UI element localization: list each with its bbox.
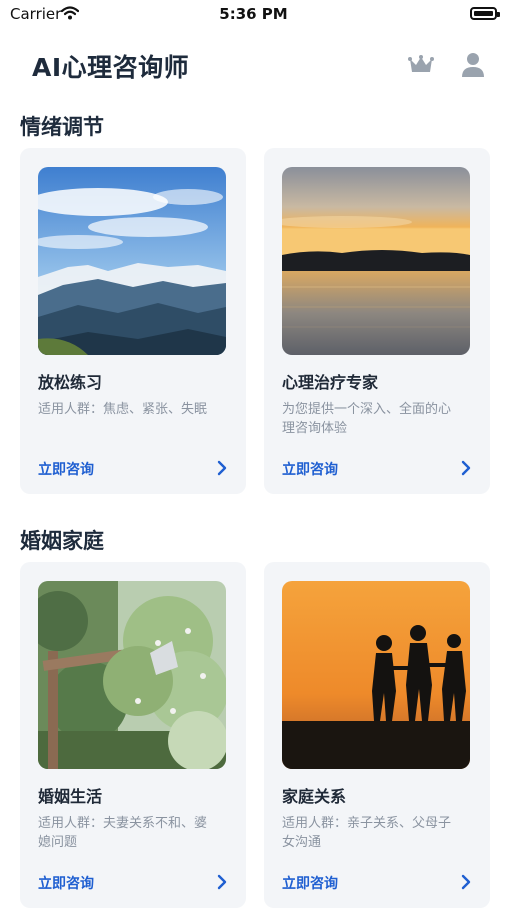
user-icon	[462, 53, 484, 77]
app-title: AI心理咨询师	[32, 53, 190, 82]
chevron-right-icon[interactable]	[217, 460, 227, 476]
card-title: 婚姻生活	[38, 787, 103, 806]
crown-icon	[408, 55, 434, 72]
consult-now-link[interactable]: 立即咨询	[38, 459, 94, 479]
wedding-flowers-image	[38, 581, 226, 769]
card-description: 适用人群：夫妻关系不和、婆媳问题	[38, 816, 208, 850]
battery-icon	[470, 7, 500, 20]
vip-button[interactable]	[407, 52, 435, 78]
card-relaxation[interactable]: 放松练习 适用人群：焦虑、紧张、失眠 立即咨询	[20, 148, 246, 494]
card-description: 适用人群：亲子关系、父母子女沟通	[282, 816, 452, 850]
section-title-marriage-family: 婚姻家庭	[20, 529, 104, 553]
section-title-emotion: 情绪调节	[20, 115, 104, 139]
card-description: 适用人群：焦虑、紧张、失眠	[38, 402, 208, 417]
card-title: 心理治疗专家	[282, 373, 379, 392]
card-married-life[interactable]: 婚姻生活 适用人群：夫妻关系不和、婆媳问题 立即咨询	[20, 562, 246, 908]
family-silhouette-image	[282, 581, 470, 769]
consult-now-link[interactable]: 立即咨询	[38, 873, 94, 893]
status-time: 5:36 PM	[219, 5, 288, 23]
chevron-right-icon[interactable]	[461, 874, 471, 890]
app-header: AI心理咨询师	[0, 40, 507, 90]
card-family-relations[interactable]: 家庭关系 适用人群：亲子关系、父母子女沟通 立即咨询	[264, 562, 490, 908]
card-title: 家庭关系	[282, 787, 347, 806]
chevron-right-icon[interactable]	[217, 874, 227, 890]
card-description: 为您提供一个深入、全面的心理咨询体验	[282, 402, 452, 436]
lake-sunset-image	[282, 167, 470, 355]
profile-button[interactable]	[459, 50, 487, 80]
card-therapy-expert[interactable]: 心理治疗专家 为您提供一个深入、全面的心理咨询体验 立即咨询	[264, 148, 490, 494]
consult-now-link[interactable]: 立即咨询	[282, 459, 338, 479]
status-bar: Carrier 5:36 PM	[0, 0, 507, 30]
chevron-right-icon[interactable]	[461, 460, 471, 476]
card-title: 放松练习	[38, 373, 103, 392]
consult-now-link[interactable]: 立即咨询	[282, 873, 338, 893]
mountain-landscape-image	[38, 167, 226, 355]
